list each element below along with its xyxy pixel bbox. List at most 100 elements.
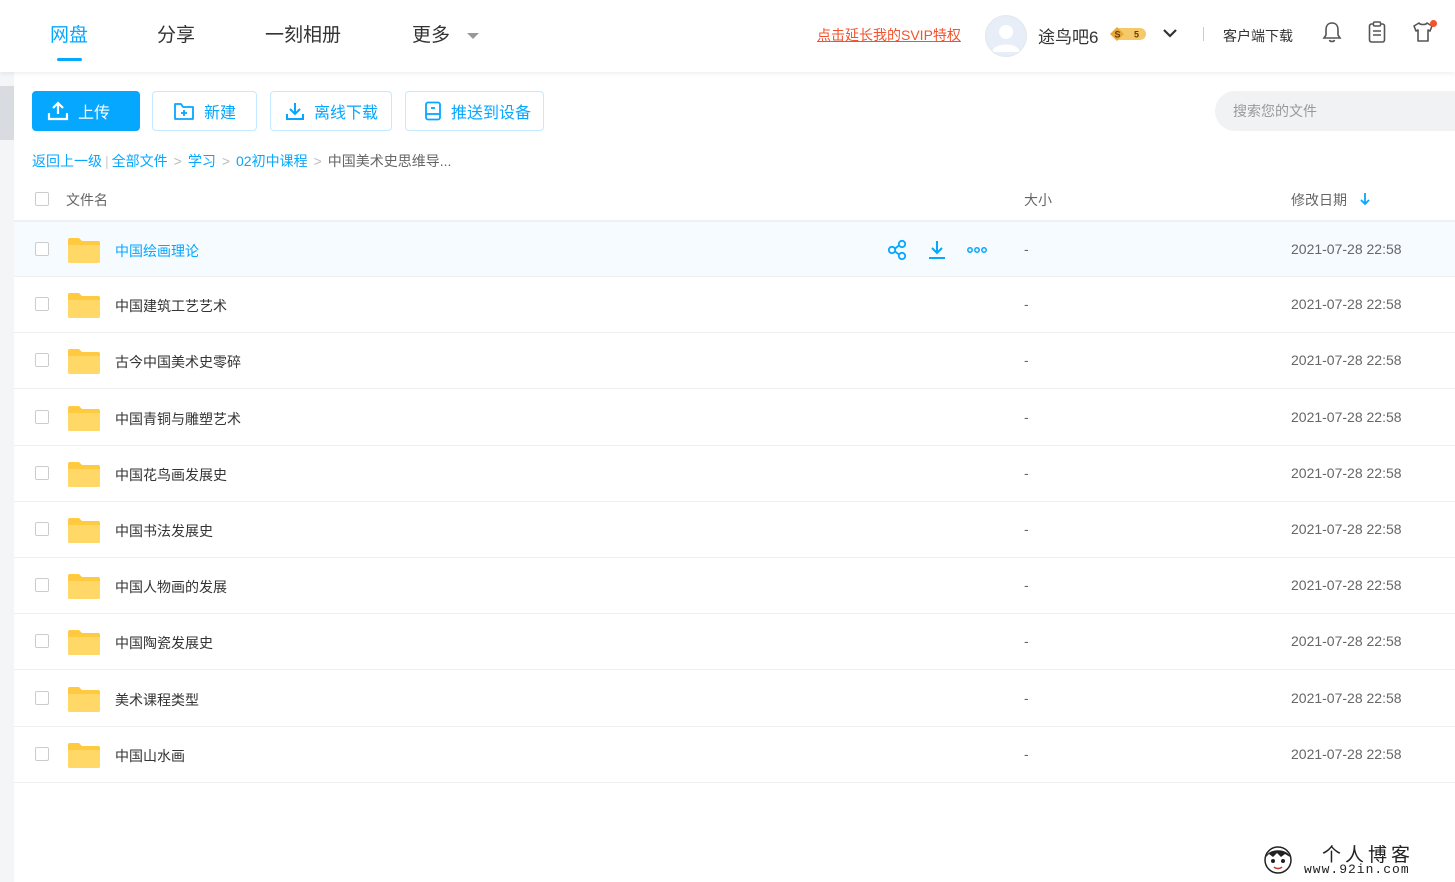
row-checkbox[interactable] (35, 522, 49, 536)
header-filename[interactable]: 文件名 (66, 190, 108, 210)
breadcrumb-course[interactable]: 02初中课程 (236, 153, 308, 169)
table-row[interactable]: 中国书法发展史 - 2021-07-28 22:58 (14, 502, 1455, 558)
file-size: - (1024, 521, 1029, 537)
file-date: 2021-07-28 22:58 (1291, 352, 1402, 369)
user-avatar-icon (986, 16, 1026, 56)
new-button[interactable]: 新建 (152, 91, 257, 131)
new-label: 新建 (204, 105, 237, 122)
file-size: - (1024, 577, 1029, 594)
top-navbar: 网盘 分享 一刻相册 更多 点击延长我的SVIP特权 途鸟吧6 S 5 客户端下… (0, 0, 1455, 72)
avatar[interactable] (985, 15, 1027, 57)
tab-netdisk[interactable]: 网盘 (50, 20, 88, 47)
table-row[interactable]: 中国青铜与雕塑艺术 - 2021-07-28 22:58 (14, 390, 1455, 446)
search-input[interactable] (1215, 91, 1455, 131)
file-name[interactable]: 中国山水画 (115, 746, 185, 766)
file-date: 2021-07-28 22:58 (1291, 745, 1402, 762)
tab-album[interactable]: 一刻相册 (265, 20, 341, 47)
row-checkbox[interactable] (35, 634, 49, 649)
file-date: 2021-07-28 22:58 (1291, 689, 1402, 706)
table-row[interactable]: 中国花鸟画发展史 - 2021-07-28 22:58 (14, 446, 1455, 502)
more-options-icon[interactable] (966, 239, 988, 261)
tab-more[interactable]: 更多 (412, 20, 450, 47)
client-download-link[interactable]: 客户端下载 (1223, 26, 1293, 46)
file-name[interactable]: 中国青铜与雕塑艺术 (115, 409, 241, 429)
bell-icon[interactable] (1321, 20, 1343, 44)
row-checkbox[interactable] (35, 353, 49, 368)
offline-download-button[interactable]: 离线下载 (270, 91, 392, 131)
file-table-header: 文件名 大小 修改日期 (14, 178, 1455, 221)
sidebar-scroll-handle[interactable] (0, 86, 14, 140)
folder-icon (68, 461, 100, 487)
row-checkbox[interactable] (35, 746, 49, 761)
header-size[interactable]: 大小 (1024, 190, 1052, 210)
tab-share[interactable]: 分享 (157, 20, 195, 47)
row-checkbox[interactable] (35, 578, 49, 593)
file-name[interactable]: 中国绘画理论 (115, 241, 199, 261)
file-date: 2021-07-28 22:58 (1291, 241, 1402, 257)
table-row[interactable]: 古今中国美术史零碎 - 2021-07-28 22:58 (14, 333, 1455, 390)
table-row[interactable]: 中国山水画 - 2021-07-28 22:58 (14, 727, 1455, 783)
file-date: 2021-07-28 22:58 (1291, 633, 1402, 650)
svip-extend-link[interactable]: 点击延长我的SVIP特权 (817, 25, 961, 45)
folder-icon (68, 518, 100, 543)
table-row[interactable]: 中国陶瓷发展史 - 2021-07-28 22:58 (14, 614, 1455, 671)
file-size: - (1024, 296, 1029, 313)
offline-download-label: 离线下载 (314, 105, 379, 122)
breadcrumb-divider: | (105, 153, 109, 169)
share-icon[interactable] (886, 239, 908, 261)
folder-icon (68, 405, 100, 431)
table-row[interactable]: 中国人物画的发展 - 2021-07-28 22:58 (14, 558, 1455, 615)
folder-icon (68, 574, 100, 600)
file-name[interactable]: 中国花鸟画发展史 (115, 465, 227, 485)
file-name[interactable]: 中国人物画的发展 (115, 577, 227, 597)
breadcrumb-study[interactable]: 学习 (188, 153, 216, 169)
download-icon[interactable] (926, 239, 948, 261)
more-caret-icon[interactable] (467, 33, 479, 39)
file-name[interactable]: 美术课程类型 (115, 690, 199, 710)
svip-badge-icon: S 5 (1110, 27, 1146, 41)
push-to-device-label: 推送到设备 (451, 105, 532, 122)
sort-desc-arrow-icon[interactable] (1359, 192, 1371, 206)
row-checkbox[interactable] (35, 690, 49, 705)
row-checkbox[interactable] (35, 465, 49, 480)
file-date: 2021-07-28 22:58 (1291, 296, 1402, 313)
file-name[interactable]: 中国陶瓷发展史 (115, 633, 213, 653)
file-name[interactable]: 古今中国美术史零碎 (115, 352, 241, 372)
user-menu-chevron-icon[interactable] (1161, 24, 1179, 42)
blog-mascot-icon (1264, 846, 1292, 874)
device-icon (425, 101, 441, 121)
file-size: - (1024, 745, 1029, 762)
upload-label: 上传 (78, 105, 111, 122)
folder-icon (68, 349, 100, 375)
breadcrumb-all-files[interactable]: 全部文件 (112, 153, 168, 169)
file-name[interactable]: 中国建筑工艺艺术 (115, 296, 227, 316)
upload-icon (47, 101, 69, 121)
select-all-checkbox[interactable] (35, 192, 49, 206)
table-row[interactable]: 中国绘画理论 - 2021-07-28 22:58 (14, 221, 1455, 277)
push-to-device-button[interactable]: 推送到设备 (405, 91, 544, 131)
file-date: 2021-07-28 22:58 (1291, 408, 1402, 425)
file-size: - (1024, 408, 1029, 425)
row-checkbox[interactable] (35, 297, 49, 312)
folder-icon (68, 742, 100, 768)
file-name[interactable]: 中国书法发展史 (115, 521, 213, 541)
table-row[interactable]: 美术课程类型 - 2021-07-28 22:58 (14, 671, 1455, 727)
folder-icon (68, 686, 100, 712)
file-size: - (1024, 464, 1029, 481)
clipboard-icon[interactable] (1366, 20, 1388, 44)
divider (1203, 27, 1204, 41)
row-checkbox[interactable] (35, 242, 49, 256)
row-checkbox[interactable] (35, 409, 49, 424)
notification-dot (1430, 20, 1437, 27)
folder-icon (68, 238, 100, 263)
breadcrumb-separator-icon: > (221, 153, 231, 169)
upload-button[interactable]: 上传 (32, 91, 140, 131)
username[interactable]: 途鸟吧6 (1038, 23, 1098, 48)
svg-text:5: 5 (1134, 30, 1139, 40)
header-date[interactable]: 修改日期 (1291, 190, 1347, 210)
file-size: - (1024, 689, 1029, 706)
table-row[interactable]: 中国建筑工艺艺术 - 2021-07-28 22:58 (14, 277, 1455, 334)
back-link[interactable]: 返回上一级 (32, 153, 102, 169)
file-size: - (1024, 633, 1029, 650)
download-icon (286, 103, 304, 120)
